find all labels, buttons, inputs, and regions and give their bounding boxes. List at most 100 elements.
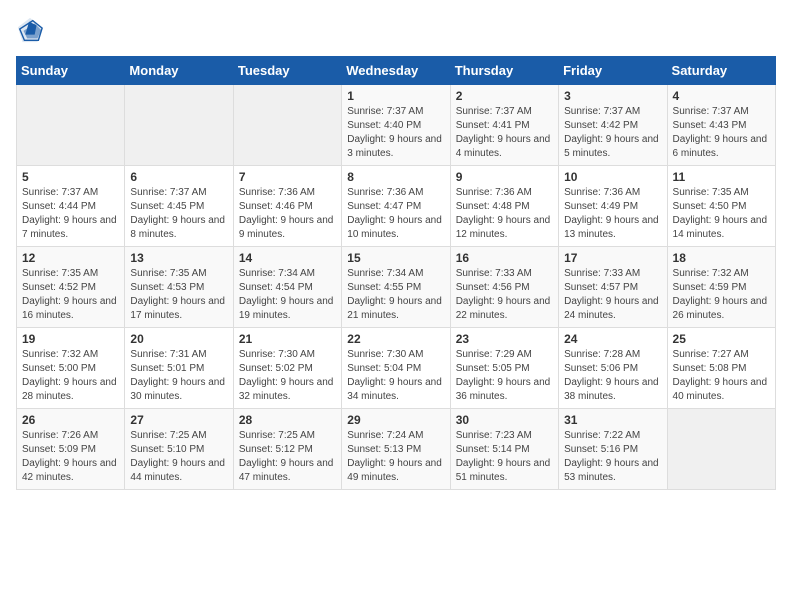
day-info: Sunrise: 7:36 AMSunset: 4:47 PMDaylight:… [347, 186, 444, 242]
calendar-cell: 18 Sunrise: 7:32 AMSunset: 4:59 PMDayligh… [667, 247, 775, 328]
calendar-cell [17, 85, 125, 166]
day-info: Sunrise: 7:36 AMSunset: 4:48 PMDaylight:… [456, 186, 553, 242]
weekday-header-row: SundayMondayTuesdayWednesdayThursdayFrid… [17, 57, 776, 85]
day-info: Sunrise: 7:34 AMSunset: 4:55 PMDaylight:… [347, 267, 444, 323]
calendar-cell: 24 Sunrise: 7:28 AMSunset: 5:06 PMDayligh… [559, 328, 667, 409]
day-info: Sunrise: 7:33 AMSunset: 4:57 PMDaylight:… [564, 267, 661, 323]
calendar-cell [667, 409, 775, 490]
calendar-cell: 29 Sunrise: 7:24 AMSunset: 5:13 PMDayligh… [342, 409, 450, 490]
calendar-cell: 11Sunrise: 7:35 AMSunset: 4:50 PMDayligh… [667, 166, 775, 247]
day-number: 28 [239, 413, 336, 427]
day-number: 11 [673, 170, 770, 184]
day-info: Sunrise: 7:24 AMSunset: 5:13 PMDaylight:… [347, 429, 444, 485]
calendar-cell: 4 Sunrise: 7:37 AMSunset: 4:43 PMDaylight… [667, 85, 775, 166]
logo [16, 16, 48, 44]
weekday-header-friday: Friday [559, 57, 667, 85]
day-info: Sunrise: 7:31 AMSunset: 5:01 PMDaylight:… [130, 348, 227, 404]
calendar-cell: 22 Sunrise: 7:30 AMSunset: 5:04 PMDayligh… [342, 328, 450, 409]
calendar-cell: 8 Sunrise: 7:36 AMSunset: 4:47 PMDaylight… [342, 166, 450, 247]
day-info: Sunrise: 7:25 AMSunset: 5:12 PMDaylight:… [239, 429, 336, 485]
day-number: 14 [239, 251, 336, 265]
calendar-cell: 21 Sunrise: 7:30 AMSunset: 5:02 PMDayligh… [233, 328, 341, 409]
day-number: 17 [564, 251, 661, 265]
day-number: 7 [239, 170, 336, 184]
calendar-cell: 25 Sunrise: 7:27 AMSunset: 5:08 PMDayligh… [667, 328, 775, 409]
day-number: 29 [347, 413, 444, 427]
calendar-cell: 27 Sunrise: 7:25 AMSunset: 5:10 PMDayligh… [125, 409, 233, 490]
day-number: 27 [130, 413, 227, 427]
calendar-table: SundayMondayTuesdayWednesdayThursdayFrid… [16, 56, 776, 490]
day-info: Sunrise: 7:37 AMSunset: 4:44 PMDaylight:… [22, 186, 119, 242]
day-info: Sunrise: 7:36 AMSunset: 4:49 PMDaylight:… [564, 186, 661, 242]
calendar-cell: 15 Sunrise: 7:34 AMSunset: 4:55 PMDayligh… [342, 247, 450, 328]
day-info: Sunrise: 7:23 AMSunset: 5:14 PMDaylight:… [456, 429, 553, 485]
day-number: 16 [456, 251, 553, 265]
day-info: Sunrise: 7:33 AMSunset: 4:56 PMDaylight:… [456, 267, 553, 323]
day-info: Sunrise: 7:26 AMSunset: 5:09 PMDaylight:… [22, 429, 119, 485]
day-number: 18 [673, 251, 770, 265]
day-number: 23 [456, 332, 553, 346]
page-header [16, 16, 776, 44]
day-number: 4 [673, 89, 770, 103]
day-info: Sunrise: 7:35 AMSunset: 4:53 PMDaylight:… [130, 267, 227, 323]
day-info: Sunrise: 7:30 AMSunset: 5:02 PMDaylight:… [239, 348, 336, 404]
calendar-cell: 6Sunrise: 7:37 AMSunset: 4:45 PMDaylight… [125, 166, 233, 247]
day-number: 6 [130, 170, 227, 184]
day-number: 1 [347, 89, 444, 103]
day-info: Sunrise: 7:30 AMSunset: 5:04 PMDaylight:… [347, 348, 444, 404]
day-number: 25 [673, 332, 770, 346]
calendar-week-row: 19 Sunrise: 7:32 AMSunset: 5:00 PMDayligh… [17, 328, 776, 409]
day-number: 8 [347, 170, 444, 184]
logo-icon [16, 16, 44, 44]
calendar-cell: 13 Sunrise: 7:35 AMSunset: 4:53 PMDayligh… [125, 247, 233, 328]
day-info: Sunrise: 7:35 AMSunset: 4:52 PMDaylight:… [22, 267, 119, 323]
day-info: Sunrise: 7:25 AMSunset: 5:10 PMDaylight:… [130, 429, 227, 485]
day-number: 5 [22, 170, 119, 184]
day-info: Sunrise: 7:29 AMSunset: 5:05 PMDaylight:… [456, 348, 553, 404]
calendar-cell: 26 Sunrise: 7:26 AMSunset: 5:09 PMDayligh… [17, 409, 125, 490]
calendar-cell [125, 85, 233, 166]
day-info: Sunrise: 7:32 AMSunset: 5:00 PMDaylight:… [22, 348, 119, 404]
calendar-cell: 16 Sunrise: 7:33 AMSunset: 4:56 PMDayligh… [450, 247, 558, 328]
day-info: Sunrise: 7:34 AMSunset: 4:54 PMDaylight:… [239, 267, 336, 323]
calendar-cell: 12Sunrise: 7:35 AMSunset: 4:52 PMDayligh… [17, 247, 125, 328]
day-number: 15 [347, 251, 444, 265]
day-number: 9 [456, 170, 553, 184]
day-number: 22 [347, 332, 444, 346]
calendar-cell: 1 Sunrise: 7:37 AMSunset: 4:40 PMDaylight… [342, 85, 450, 166]
day-info: Sunrise: 7:36 AMSunset: 4:46 PMDaylight:… [239, 186, 336, 242]
calendar-cell: 30 Sunrise: 7:23 AMSunset: 5:14 PMDayligh… [450, 409, 558, 490]
day-info: Sunrise: 7:27 AMSunset: 5:08 PMDaylight:… [673, 348, 770, 404]
calendar-cell: 31 Sunrise: 7:22 AMSunset: 5:16 PMDayligh… [559, 409, 667, 490]
calendar-cell: 28 Sunrise: 7:25 AMSunset: 5:12 PMDayligh… [233, 409, 341, 490]
calendar-cell: 10 Sunrise: 7:36 AMSunset: 4:49 PMDayligh… [559, 166, 667, 247]
calendar-week-row: 12Sunrise: 7:35 AMSunset: 4:52 PMDayligh… [17, 247, 776, 328]
day-number: 2 [456, 89, 553, 103]
day-number: 26 [22, 413, 119, 427]
calendar-cell [233, 85, 341, 166]
day-number: 19 [22, 332, 119, 346]
calendar-cell: 2 Sunrise: 7:37 AMSunset: 4:41 PMDaylight… [450, 85, 558, 166]
day-number: 30 [456, 413, 553, 427]
calendar-cell: 23 Sunrise: 7:29 AMSunset: 5:05 PMDayligh… [450, 328, 558, 409]
calendar-week-row: 5 Sunrise: 7:37 AMSunset: 4:44 PMDaylight… [17, 166, 776, 247]
day-info: Sunrise: 7:28 AMSunset: 5:06 PMDaylight:… [564, 348, 661, 404]
day-number: 24 [564, 332, 661, 346]
weekday-header-thursday: Thursday [450, 57, 558, 85]
day-number: 3 [564, 89, 661, 103]
weekday-header-sunday: Sunday [17, 57, 125, 85]
day-number: 21 [239, 332, 336, 346]
calendar-cell: 5 Sunrise: 7:37 AMSunset: 4:44 PMDaylight… [17, 166, 125, 247]
day-number: 31 [564, 413, 661, 427]
calendar-cell: 17 Sunrise: 7:33 AMSunset: 4:57 PMDayligh… [559, 247, 667, 328]
day-info: Sunrise: 7:37 AMSunset: 4:43 PMDaylight:… [673, 105, 770, 161]
day-info: Sunrise: 7:22 AMSunset: 5:16 PMDaylight:… [564, 429, 661, 485]
calendar-cell: 9 Sunrise: 7:36 AMSunset: 4:48 PMDaylight… [450, 166, 558, 247]
day-info: Sunrise: 7:37 AMSunset: 4:41 PMDaylight:… [456, 105, 553, 161]
day-number: 13 [130, 251, 227, 265]
day-info: Sunrise: 7:37 AMSunset: 4:40 PMDaylight:… [347, 105, 444, 161]
weekday-header-saturday: Saturday [667, 57, 775, 85]
day-number: 10 [564, 170, 661, 184]
day-info: Sunrise: 7:32 AMSunset: 4:59 PMDaylight:… [673, 267, 770, 323]
calendar-week-row: 1 Sunrise: 7:37 AMSunset: 4:40 PMDaylight… [17, 85, 776, 166]
